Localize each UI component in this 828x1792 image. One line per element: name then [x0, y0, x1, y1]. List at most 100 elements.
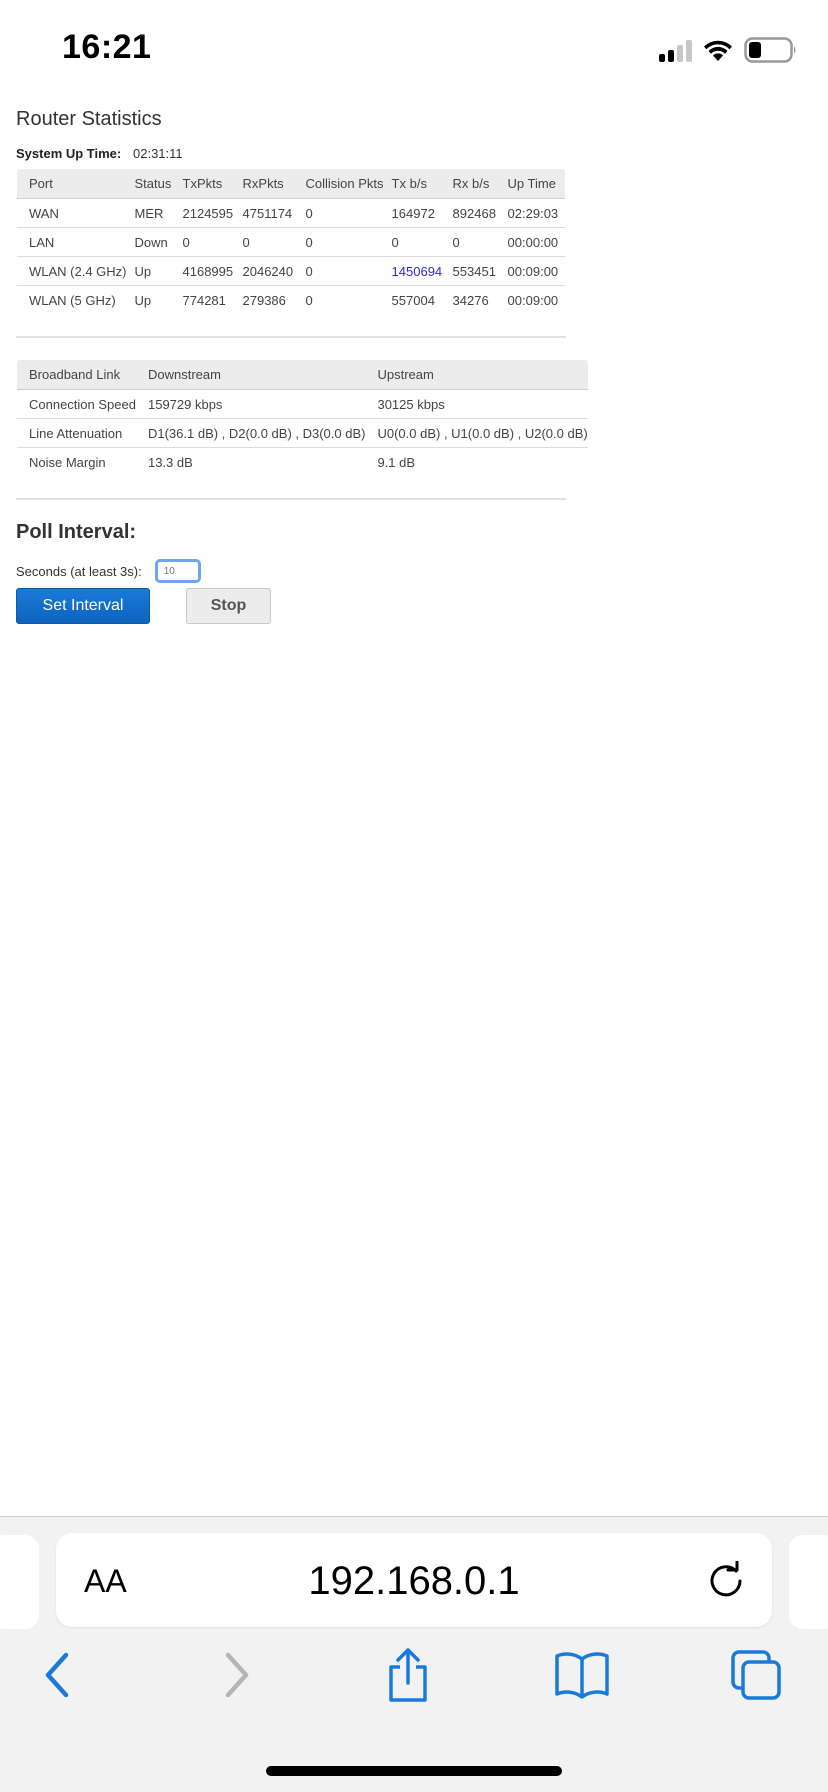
home-indicator	[266, 1766, 562, 1776]
forward-button[interactable]	[206, 1645, 266, 1705]
table-cell: LAN	[17, 227, 127, 257]
table-cell: Line Attenuation	[16, 418, 136, 448]
table-cell: 4751174	[234, 198, 298, 228]
table-cell: 0	[305, 292, 313, 308]
status-bar: 16:21	[0, 0, 828, 100]
column-header: TxPkts	[174, 169, 235, 199]
tabs-icon	[731, 1650, 781, 1700]
table-cell: 892468	[444, 198, 500, 228]
browser-toolbar	[0, 1645, 828, 1725]
tabs-button[interactable]	[726, 1645, 786, 1705]
table-cell: Up	[126, 256, 175, 286]
url-field[interactable]: 192.168.0.1	[56, 1559, 772, 1604]
table-cell: 00:09:00	[499, 256, 565, 286]
table-cell: 0	[234, 227, 298, 257]
set-interval-button[interactable]: Set Interval	[16, 588, 150, 624]
poll-seconds-row: Seconds (at least 3s):	[16, 559, 566, 583]
poll-interval-title: Poll Interval:	[16, 521, 137, 543]
chevron-right-icon	[225, 1652, 249, 1698]
table-row: WLAN (2.4 GHz) Up 4168995 2046240 0 1450…	[17, 256, 565, 286]
table-cell: Noise Margin	[29, 454, 106, 470]
divider	[16, 336, 566, 338]
next-tab-peek[interactable]	[789, 1535, 828, 1629]
column-header: Up Time	[499, 169, 565, 199]
table-cell: WLAN (5 GHz)	[29, 292, 116, 308]
column-header: RxPkts	[234, 169, 298, 199]
table-cell: Up	[134, 292, 152, 308]
table-header-row: Broadband Link Downstream Upstream	[16, 360, 588, 390]
table-cell: 4168995	[174, 256, 235, 286]
table-cell: 774281	[182, 292, 226, 308]
share-button[interactable]	[378, 1645, 438, 1705]
table-row: Connection Speed 159729 kbps 30125 kbps	[16, 389, 588, 419]
seconds-label: Seconds (at least 3s):	[16, 563, 142, 579]
table-cell: WLAN (2.4 GHz)	[17, 256, 127, 286]
column-header: Port	[17, 169, 127, 199]
column-header: Rx b/s	[444, 169, 500, 199]
table-cell: 553451	[444, 256, 500, 286]
column-header: Upstream	[365, 360, 588, 390]
status-time: 16:21	[62, 28, 152, 66]
table-cell: 159729 kbps	[135, 389, 366, 419]
broadband-link-table: Broadband Link Downstream Upstream Conne…	[16, 359, 589, 477]
table-cell: 0	[297, 256, 384, 286]
book-icon	[555, 1652, 609, 1699]
column-header: Status	[126, 169, 175, 199]
router-stats-page: Router Statistics System Up Time: 02:31:…	[16, 108, 589, 624]
address-bar[interactable]: AA 192.168.0.1	[56, 1533, 772, 1627]
port-stats-table: Port Status TxPkts RxPkts Collision Pkts…	[16, 168, 566, 315]
table-cell: 2124595	[174, 198, 235, 228]
table-header-row: Port Status TxPkts RxPkts Collision Pkts…	[17, 169, 565, 199]
table-cell: D1(36.1 dB) , D2(0.0 dB) , D3(0.0 dB)	[135, 418, 366, 448]
table-cell: 02:29:03	[499, 198, 565, 228]
table-cell: 279386	[242, 292, 286, 308]
table-cell: MER	[126, 198, 175, 228]
column-header: Downstream	[135, 360, 366, 390]
table-cell: U0(0.0 dB) , U1(0.0 dB) , U2(0.0 dB)	[365, 418, 588, 448]
divider	[16, 498, 566, 500]
table-cell: 2046240	[234, 256, 298, 286]
table-cell: WAN	[17, 198, 127, 228]
table-cell: 557004	[391, 292, 435, 308]
table-cell: 00:09:00	[507, 292, 559, 308]
reload-icon[interactable]	[706, 1561, 746, 1601]
table-cell: 34276	[452, 292, 489, 308]
wifi-icon	[704, 40, 732, 61]
table-row: WAN MER 2124595 4751174 0 164972 892468 …	[17, 198, 565, 228]
uptime-value: 02:31:11	[133, 146, 183, 161]
page-title: Router Statistics	[16, 108, 162, 130]
column-header: Broadband Link	[16, 360, 136, 390]
table-row: Line Attenuation D1(36.1 dB) , D2(0.0 dB…	[16, 418, 588, 448]
table-cell: 164972	[383, 198, 445, 228]
table-cell: 30125 kbps	[365, 389, 588, 419]
battery-icon	[744, 37, 796, 63]
table-cell: 0	[297, 198, 384, 228]
chevron-left-icon	[45, 1652, 69, 1698]
safari-bottom-bar: AA 192.168.0.1	[0, 1516, 828, 1792]
table-cell: 00:00:00	[499, 227, 565, 257]
table-cell-highlighted: 1450694	[383, 256, 445, 286]
table-row: WLAN (5 GHz) Up 774281 279386 0 557004 3…	[17, 286, 565, 315]
cellular-signal-icon	[659, 38, 692, 62]
table-cell: Connection Speed	[16, 389, 136, 419]
back-button[interactable]	[28, 1645, 88, 1705]
table-cell: 0	[297, 227, 384, 257]
system-uptime: System Up Time: 02:31:11	[16, 146, 566, 161]
table-cell: 0	[174, 227, 235, 257]
table-cell: 13.3 dB	[147, 454, 193, 470]
table-cell: 0	[444, 227, 500, 257]
status-icons	[659, 36, 798, 64]
table-row: LAN Down 0 0 0 0 0 00:00:00	[17, 227, 565, 257]
table-cell: 9.1 dB	[377, 454, 416, 470]
bookmarks-button[interactable]	[552, 1645, 612, 1705]
share-icon	[389, 1648, 427, 1702]
table-cell: 0	[383, 227, 445, 257]
table-row: Noise Margin 13.3 dB 9.1 dB	[17, 448, 588, 477]
column-header: Collision Pkts	[297, 169, 384, 199]
table-cell: Down	[126, 227, 175, 257]
previous-tab-peek[interactable]	[0, 1535, 39, 1629]
column-header: Tx b/s	[383, 169, 445, 199]
stop-button[interactable]: Stop	[186, 588, 271, 624]
uptime-label: System Up Time:	[16, 146, 122, 161]
poll-seconds-input[interactable]	[154, 559, 201, 583]
